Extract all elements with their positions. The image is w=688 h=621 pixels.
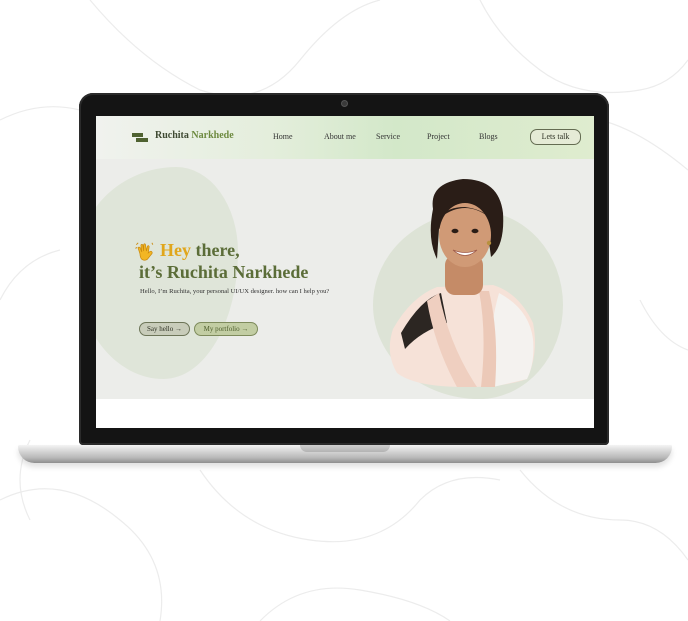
nav-about[interactable]: About me bbox=[324, 132, 356, 141]
laptop-lid: Ruchita Narkhede Home About me Service P… bbox=[79, 93, 609, 445]
nav-blogs[interactable]: Blogs bbox=[479, 132, 498, 141]
laptop-base bbox=[18, 445, 672, 463]
greeting-rest: there, bbox=[191, 240, 240, 260]
say-hello-button[interactable]: Say hello → bbox=[139, 322, 190, 336]
waving-hand-icon bbox=[135, 242, 154, 261]
laptop-hinge-notch bbox=[300, 445, 390, 452]
profile-photo bbox=[389, 179, 535, 387]
lets-talk-button[interactable]: Lets talk bbox=[530, 129, 581, 145]
brand-last-name: Narkhede bbox=[191, 130, 234, 141]
hero-intro: Hello, I’m Ruchita, your personal UI/UX … bbox=[140, 288, 330, 295]
logo-icon bbox=[132, 133, 148, 143]
greeting-accent: Hey bbox=[160, 240, 191, 260]
hero-headline: it’s Ruchita Narkhede bbox=[139, 262, 309, 282]
brand-name[interactable]: Ruchita Narkhede bbox=[155, 130, 234, 141]
nav-home[interactable]: Home bbox=[273, 132, 293, 141]
hero-greeting: Hey there, bbox=[160, 240, 240, 261]
laptop-screen: Ruchita Narkhede Home About me Service P… bbox=[96, 116, 594, 428]
my-portfolio-button[interactable]: My portfolio → bbox=[194, 322, 258, 336]
brand-first-name: Ruchita bbox=[155, 130, 192, 141]
webcam-icon bbox=[341, 100, 348, 107]
nav-service[interactable]: Service bbox=[376, 132, 400, 141]
site-header: Ruchita Narkhede Home About me Service P… bbox=[96, 116, 594, 159]
site-footer-strip bbox=[96, 399, 594, 428]
hero-section: Hey there, it’s Ruchita Narkhede Hello, … bbox=[96, 159, 594, 399]
nav-project[interactable]: Project bbox=[427, 132, 450, 141]
